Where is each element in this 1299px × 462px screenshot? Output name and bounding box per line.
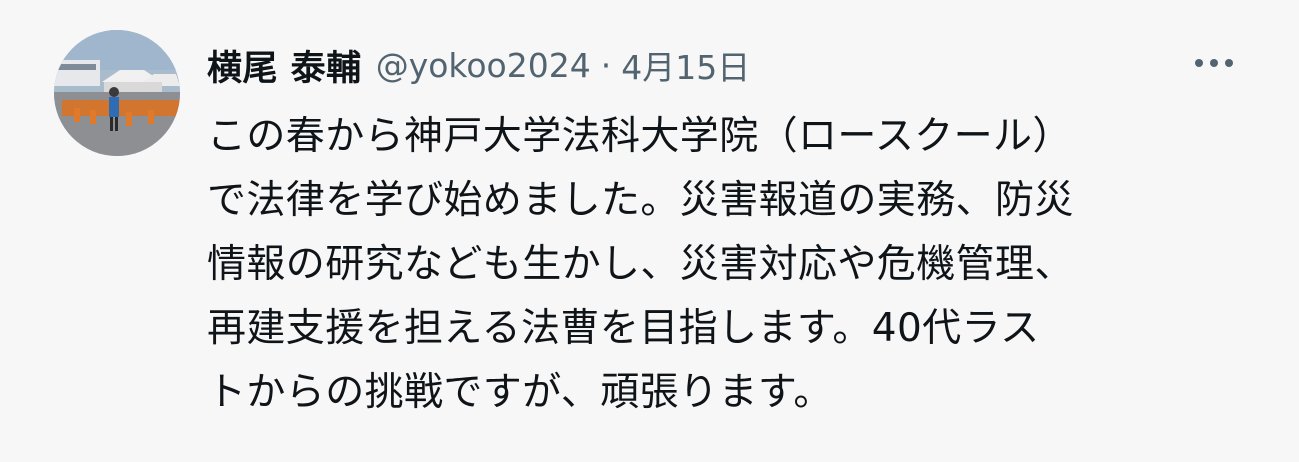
tweet-text: この春から神戸大学法科大学院（ロースクール） で法律を学び始めました。災害報道の… <box>207 114 1074 415</box>
avatar[interactable] <box>54 30 180 156</box>
tweet-header: 横尾 泰輔 @yokoo2024 · 4月15日 <box>207 40 750 90</box>
author-name[interactable]: 横尾 泰輔 <box>207 40 362 91</box>
separator-dot: · <box>600 45 612 85</box>
tweet-date[interactable]: 4月15日 <box>621 41 750 89</box>
profile-photo-icon <box>54 30 180 156</box>
more-horizontal-icon <box>1195 59 1233 67</box>
author-handle[interactable]: @yokoo2024 <box>376 46 591 85</box>
more-button[interactable] <box>1186 48 1242 78</box>
tweet-card: 横尾 泰輔 @yokoo2024 · 4月15日 この春から神戸大学法科大学院（… <box>0 0 1299 462</box>
